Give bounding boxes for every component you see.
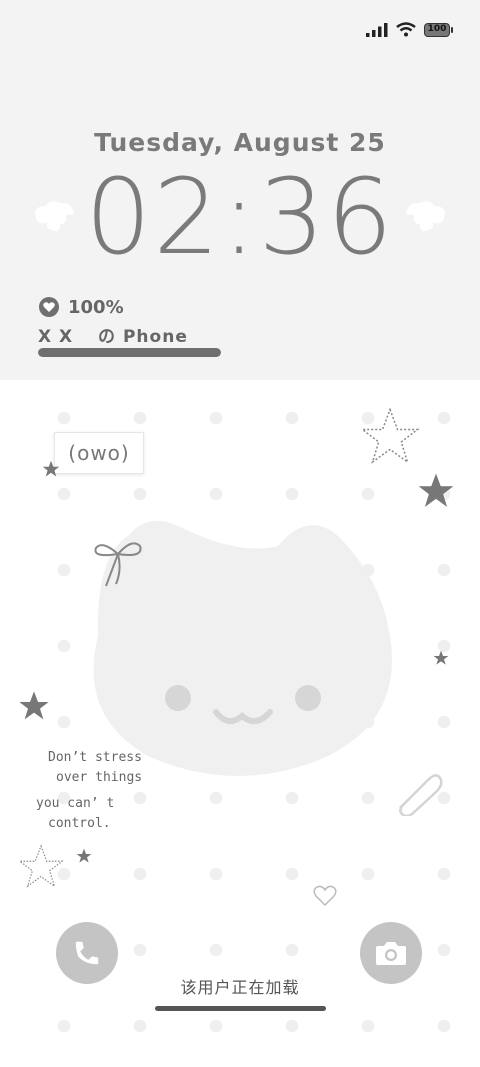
quote-line-4: control.: [48, 816, 111, 831]
wifi-icon: [396, 22, 416, 37]
quote-line-3: you can’ t: [36, 796, 115, 811]
left-wing-icon: [35, 201, 74, 232]
battery-icon: 100: [424, 22, 453, 37]
loading-status-text: 该用户正在加载: [180, 978, 300, 997]
star-icon: [76, 848, 92, 863]
battery-level: 100: [427, 24, 447, 34]
status-bar: 100: [366, 22, 453, 37]
star-icon: [42, 460, 60, 477]
battery-progress-bar: [38, 348, 221, 357]
phone-icon: [75, 941, 99, 965]
quote-line-1: Don’t stress: [48, 750, 142, 765]
signal-icon: [366, 22, 388, 37]
heart-circle-icon: [39, 297, 59, 317]
emoticon-label: (owo): [54, 432, 144, 474]
battery-progress-fill: [38, 348, 221, 357]
ribbon-bow-icon: [94, 542, 142, 587]
battery-percent: 100%: [68, 296, 124, 318]
heart-outline-icon: [313, 885, 337, 907]
battery-info: 100%: [38, 296, 124, 318]
star-icon: [433, 650, 449, 665]
dotted-star-icon: [360, 407, 420, 464]
camera-icon: [376, 942, 406, 965]
dotted-star-icon: [18, 844, 64, 888]
paperclip-icon: [399, 774, 443, 816]
device-name: X X の Phone: [38, 327, 188, 347]
date-label: Tuesday, August 25: [94, 128, 386, 157]
right-wing-icon: [406, 201, 445, 232]
home-indicator[interactable]: [155, 1006, 326, 1011]
star-icon: [19, 691, 49, 720]
quote-line-2: over things: [56, 770, 143, 785]
star-icon: [418, 473, 454, 507]
